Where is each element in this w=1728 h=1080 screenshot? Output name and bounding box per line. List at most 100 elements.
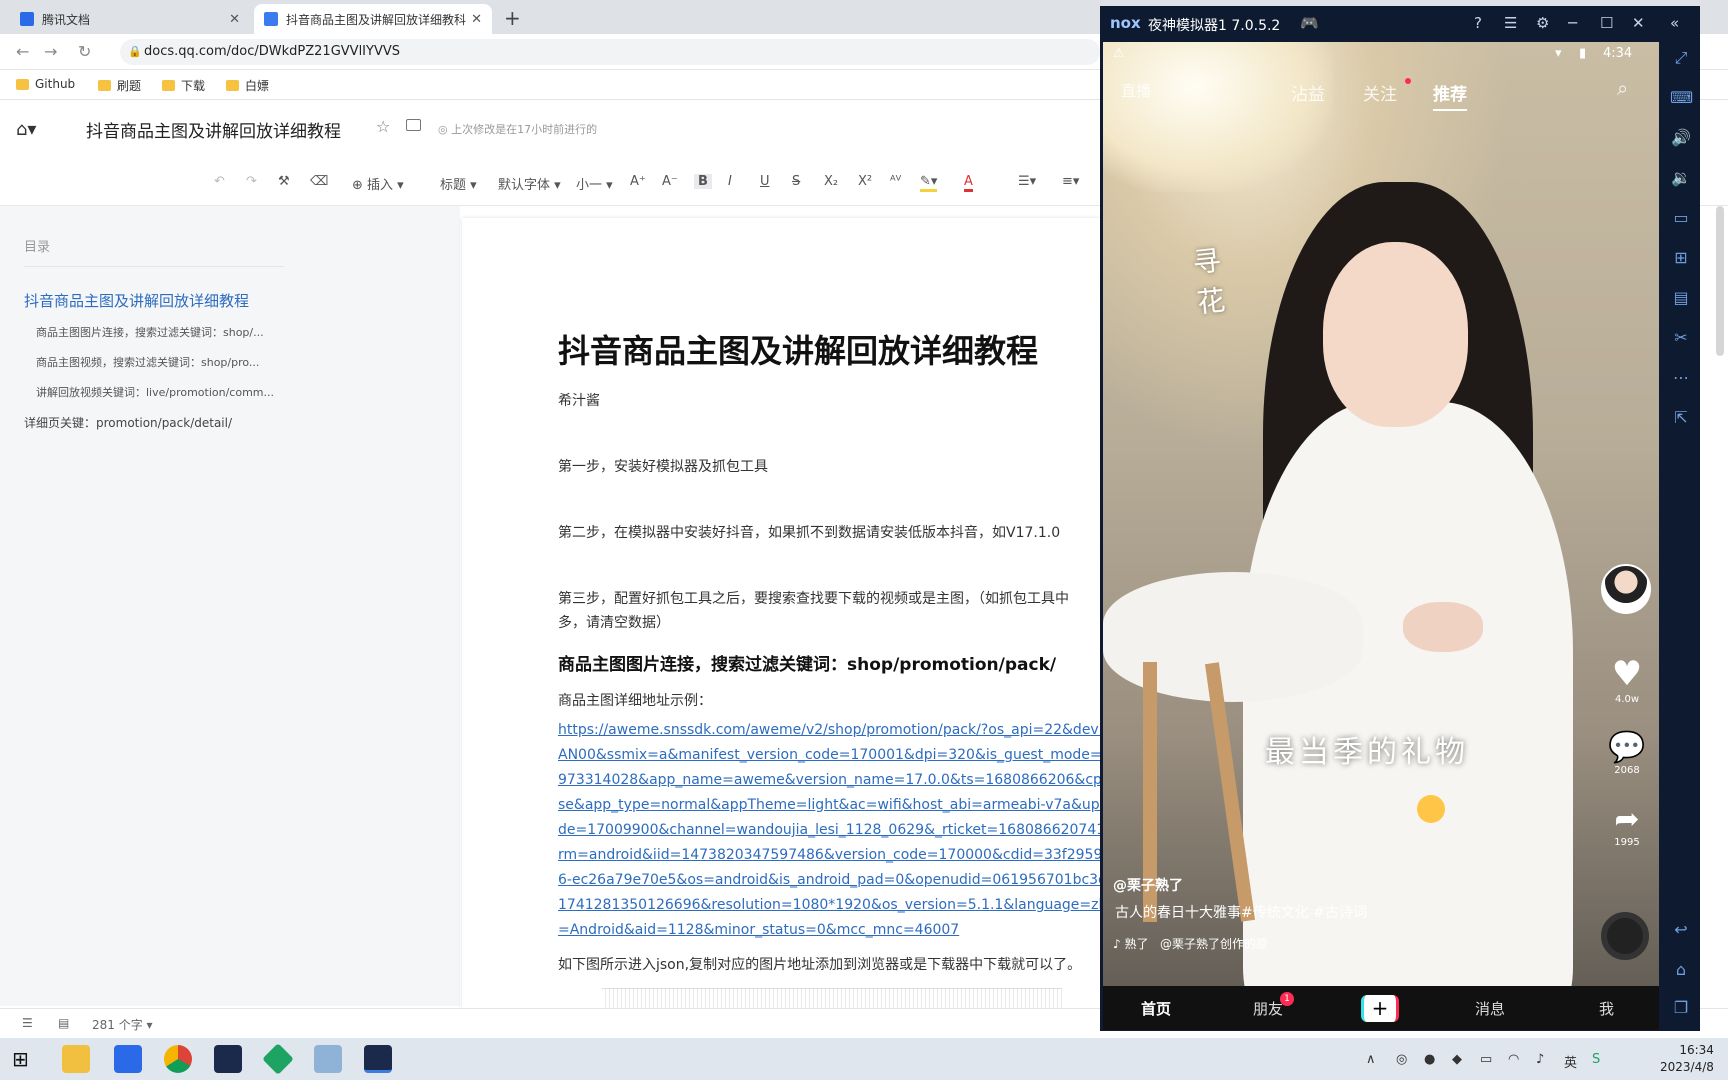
music-disc[interactable] (1601, 912, 1649, 960)
tray-ime-icon[interactable]: 英 (1564, 1052, 1577, 1071)
nav-recommend[interactable]: 推荐 (1433, 80, 1467, 111)
help-icon[interactable]: ? (1474, 14, 1482, 32)
gamepad-icon[interactable]: 🎮 (1300, 14, 1319, 32)
app-green-icon[interactable] (262, 1043, 294, 1075)
url-line[interactable]: 1741281350126696&resolution=1080*1920&os… (558, 893, 1148, 918)
new-tab-button[interactable]: + (504, 6, 521, 30)
style-dropdown[interactable]: 标题 ▾ (440, 174, 477, 193)
url-line[interactable]: https://aweme.snssdk.com/aweme/v2/shop/p… (558, 718, 1126, 743)
video-author[interactable]: @栗子熟了 (1113, 875, 1183, 895)
nav-following[interactable]: 关注 (1363, 80, 1397, 105)
bullet-list-icon[interactable]: ☰▾ (1018, 174, 1036, 189)
tencent-docs-taskbar-icon[interactable] (114, 1045, 142, 1073)
insert-button[interactable]: ⊕ 插入 ▾ (352, 174, 404, 193)
tray-network-icon[interactable]: ◠ (1508, 1052, 1519, 1067)
fullscreen-icon[interactable]: ⤢ (1670, 48, 1692, 70)
increase-font-icon[interactable]: A⁺ (630, 174, 646, 189)
toc-item[interactable]: 商品主图图片连接，搜索过滤关键词：shop/... (36, 324, 286, 340)
nav-home[interactable]: 首页 (1141, 998, 1171, 1019)
screen-icon[interactable]: ▭ (1670, 208, 1692, 230)
underline-button[interactable]: U (760, 174, 770, 189)
undo-icon[interactable]: ↶ (214, 174, 225, 189)
url-line[interactable]: =Android&aid=1128&minor_status=0&mcc_mnc… (558, 918, 959, 943)
font-dropdown[interactable]: 默认字体 ▾ (498, 174, 561, 193)
toc-item[interactable]: 详细页关键：promotion/pack/detail/ (24, 414, 284, 431)
multi-instance-icon[interactable]: ▤ (1670, 288, 1692, 310)
close-tab-icon[interactable]: ✕ (229, 12, 240, 27)
scissors-icon[interactable]: ✂ (1670, 328, 1692, 350)
tray-volume-icon[interactable]: ♪ (1536, 1052, 1544, 1067)
doc-title[interactable]: 抖音商品主图及讲解回放详细教程 (86, 117, 341, 142)
url-line[interactable]: 6-ec26a79e70e5&os=android&is_android_pad… (558, 868, 1139, 893)
bookmark-download[interactable]: 下载 (162, 77, 205, 94)
taskbar-clock[interactable]: 16:34 2023/4/8 (1660, 1042, 1714, 1076)
font-color-button[interactable]: A (964, 174, 973, 192)
star-icon[interactable]: ☆ (376, 117, 390, 136)
install-apk-icon[interactable]: ⊞ (1670, 248, 1692, 270)
decrease-font-icon[interactable]: A⁻ (662, 174, 678, 189)
recent-apps-icon[interactable]: ❐ (1670, 998, 1692, 1020)
volume-down-icon[interactable]: 🔉 (1670, 168, 1692, 190)
page-view-icon[interactable]: ▤ (58, 1016, 69, 1030)
format-painter-icon[interactable]: ⚒ (278, 174, 290, 189)
tray-chevron-icon[interactable]: ∧ (1366, 1052, 1376, 1067)
comment-button[interactable]: 💬 2068 (1599, 730, 1655, 776)
superscript-button[interactable]: X² (858, 174, 872, 189)
create-button[interactable]: + (1361, 995, 1399, 1022)
back-icon[interactable]: ↩ (1670, 920, 1692, 942)
size-dropdown[interactable]: 小一 ▾ (576, 174, 613, 193)
tray-app-icon[interactable]: ◎ (1396, 1052, 1407, 1067)
italic-button[interactable]: I (728, 174, 732, 189)
bold-button[interactable]: B (694, 174, 712, 189)
page-scrollbar[interactable] (1716, 206, 1724, 356)
volume-up-icon[interactable]: 🔊 (1670, 128, 1692, 150)
tray-s-icon[interactable]: S (1592, 1052, 1600, 1067)
home-icon[interactable]: ⌂ (1670, 960, 1692, 982)
share-button[interactable]: ➦ 1995 (1599, 802, 1655, 848)
bookmark-github[interactable]: Github (16, 77, 75, 91)
tray-qq-icon[interactable]: ◆ (1452, 1052, 1462, 1067)
nox-taskbar-icon[interactable] (214, 1045, 242, 1073)
nox-active-taskbar-icon[interactable] (364, 1045, 392, 1073)
search-icon[interactable]: ⌕ (1617, 76, 1628, 100)
close-tab-icon[interactable]: ✕ (471, 12, 482, 27)
toc-item[interactable]: 抖音商品主图及讲解回放详细教程 (24, 290, 284, 311)
numbered-list-icon[interactable]: ≡▾ (1062, 174, 1079, 189)
open-external-icon[interactable]: ⇱ (1670, 408, 1692, 430)
nav-local[interactable]: 沾益 (1291, 80, 1325, 105)
outline-icon[interactable]: ☰ (22, 1016, 33, 1030)
forward-icon[interactable]: → (44, 42, 57, 61)
url-line[interactable]: se&app_type=normal&appTheme=light&ac=wif… (558, 793, 1147, 818)
url-line[interactable]: AN00&ssmix=a&manifest_version_code=17000… (558, 743, 1139, 768)
file-explorer-icon[interactable] (62, 1045, 90, 1073)
url-line[interactable]: rm=android&iid=1473820347597486&version_… (558, 843, 1152, 868)
tray-battery-icon[interactable]: ▭ (1480, 1052, 1492, 1067)
url-field[interactable]: 🔒 docs.qq.com/doc/DWkdPZ21GVVlIYVVS (120, 39, 1100, 65)
settings-icon[interactable]: ⚙ (1536, 14, 1549, 32)
like-button[interactable]: ♥ 4.0w (1599, 654, 1655, 705)
back-icon[interactable]: ← (16, 42, 29, 61)
word-count[interactable]: 281 个字 ▾ (92, 1016, 153, 1033)
collapse-sidebar-icon[interactable]: « (1670, 14, 1679, 32)
nav-me[interactable]: 我 (1599, 998, 1614, 1019)
reload-icon[interactable]: ↻ (78, 42, 91, 61)
folder-move-icon[interactable] (406, 119, 421, 131)
tab-current-doc[interactable]: 抖音商品主图及讲解回放详细教科 ✕ (254, 4, 492, 34)
music-info[interactable]: ♪ 熟了 @栗子熟了创作的原 (1113, 935, 1268, 952)
document-page[interactable]: 抖音商品主图及讲解回放详细教程 希汁酱 第一步，安装好模拟器及抓包工具 第二步，… (462, 218, 1152, 1008)
windows-start-icon[interactable]: ⊞ (12, 1045, 40, 1073)
toc-item[interactable]: 商品主图视频，搜索过滤关键词：shop/pro... (36, 354, 286, 370)
minimize-icon[interactable]: ─ (1568, 14, 1577, 32)
bookmark-shuati[interactable]: 刷题 (98, 77, 141, 94)
bookmark-baipiao[interactable]: 白嫖 (226, 77, 269, 94)
url-line[interactable]: 973314028&app_name=aweme&version_name=17… (558, 768, 1143, 793)
nav-live[interactable]: 直播 (1121, 80, 1151, 101)
redo-icon[interactable]: ↷ (246, 174, 257, 189)
menu-icon[interactable]: ☰ (1504, 14, 1517, 32)
app-blue-icon[interactable] (314, 1045, 342, 1073)
url-line[interactable]: de=17009900&channel=wandoujia_lesi_1128_… (558, 818, 1142, 843)
keyboard-icon[interactable]: ⌨ (1670, 88, 1693, 110)
nav-messages[interactable]: 消息 (1475, 998, 1505, 1019)
creator-avatar[interactable] (1601, 564, 1651, 614)
tab-tencent-docs[interactable]: 腾讯文档 ✕ (10, 4, 250, 34)
